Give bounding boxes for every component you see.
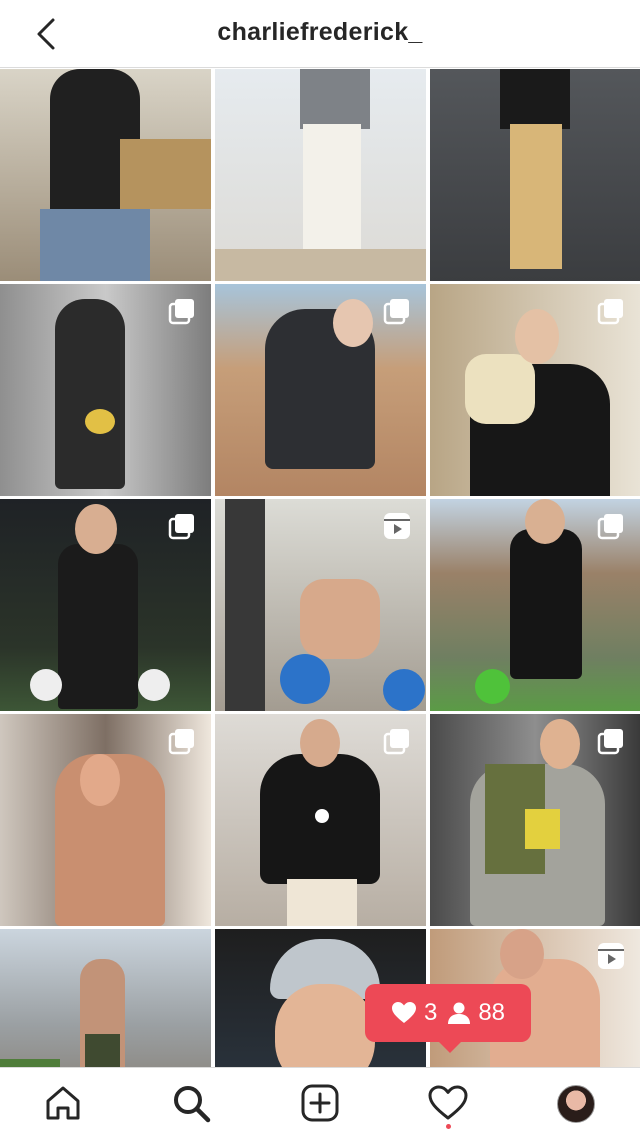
activity-dot bbox=[446, 1124, 451, 1129]
carousel-icon bbox=[383, 299, 409, 325]
profile-avatar[interactable] bbox=[557, 1085, 595, 1123]
nav-home-button[interactable] bbox=[42, 1082, 84, 1124]
post-tile[interactable] bbox=[430, 714, 640, 926]
heart-icon bbox=[391, 1002, 416, 1023]
post-tile[interactable] bbox=[0, 714, 211, 926]
post-tile[interactable] bbox=[430, 284, 640, 496]
top-bar: charliefrederick_ bbox=[0, 0, 640, 68]
post-tile[interactable] bbox=[0, 499, 211, 711]
post-tile[interactable] bbox=[430, 499, 640, 711]
post-tile[interactable] bbox=[430, 69, 640, 281]
post-tile[interactable] bbox=[215, 284, 426, 496]
carousel-icon bbox=[597, 514, 623, 540]
carousel-icon bbox=[168, 299, 194, 325]
home-icon bbox=[46, 1086, 80, 1120]
carousel-icon bbox=[168, 729, 194, 755]
profile-username: charliefrederick_ bbox=[217, 18, 423, 46]
post-tile[interactable] bbox=[215, 714, 426, 926]
post-tile[interactable] bbox=[0, 69, 211, 281]
new-post-icon bbox=[301, 1084, 339, 1122]
carousel-icon bbox=[597, 729, 623, 755]
post-tile[interactable] bbox=[215, 499, 426, 711]
reel-icon bbox=[384, 513, 410, 539]
nav-search-button[interactable] bbox=[170, 1082, 212, 1124]
post-tile[interactable] bbox=[215, 69, 426, 281]
activity-heart-icon bbox=[428, 1085, 468, 1120]
reel-icon bbox=[598, 943, 624, 969]
bottom-nav bbox=[0, 1067, 640, 1138]
likes-count: 3 bbox=[423, 999, 438, 1026]
person-icon bbox=[448, 1002, 471, 1024]
followers-count: 88 bbox=[478, 999, 506, 1026]
post-tile[interactable] bbox=[0, 284, 211, 496]
carousel-icon bbox=[383, 729, 409, 755]
nav-new-post-button[interactable] bbox=[299, 1082, 341, 1124]
carousel-icon bbox=[597, 299, 623, 325]
post-tile[interactable] bbox=[0, 929, 211, 1067]
followers-indicator: 88 bbox=[447, 999, 505, 1027]
post-grid bbox=[0, 69, 640, 1067]
nav-activity-button[interactable] bbox=[427, 1082, 469, 1124]
likes-indicator: 3 bbox=[391, 999, 437, 1027]
search-icon bbox=[174, 1086, 211, 1123]
activity-notification-bubble[interactable]: 3 88 bbox=[365, 984, 531, 1053]
carousel-icon bbox=[168, 514, 194, 540]
